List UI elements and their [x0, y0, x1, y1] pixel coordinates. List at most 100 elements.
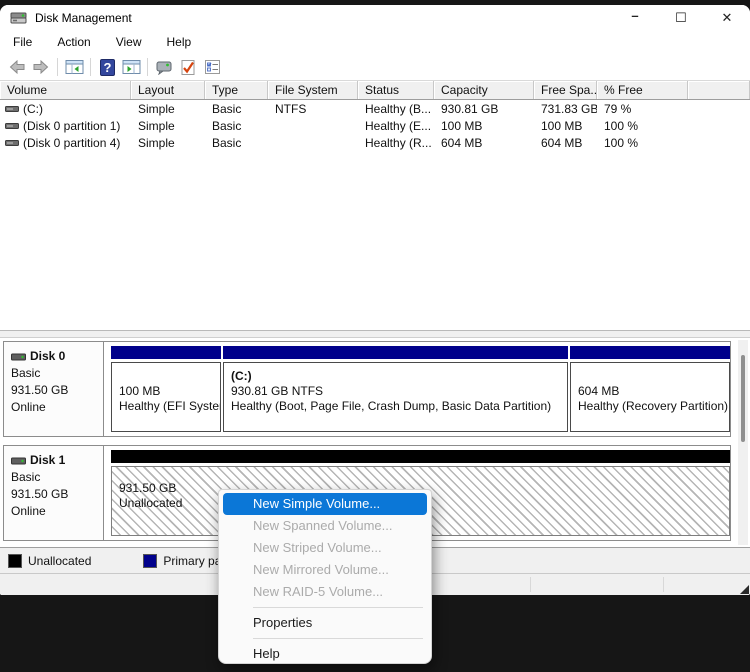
cell-capacity: 100 MB — [434, 119, 534, 133]
disk1-label[interactable]: Disk 1 Basic 931.50 GB Online — [4, 446, 104, 540]
toolbar-separator — [57, 58, 58, 76]
partition-name — [119, 369, 220, 384]
show-action-pane-icon[interactable] — [119, 57, 143, 77]
menu-item-new-mirrored-volume: New Mirrored Volume... — [219, 559, 431, 581]
partition-status: Healthy (Boot, Page File, Crash Dump, Ba… — [231, 399, 567, 414]
partition-size: 930.81 GB NTFS — [231, 384, 567, 399]
scrollbar-thumb[interactable] — [741, 355, 745, 442]
partition-size: 604 MB — [578, 384, 729, 399]
volume-icon — [5, 137, 19, 149]
column-header-type[interactable]: Type — [205, 81, 268, 99]
disk-state: Online — [11, 503, 103, 520]
disk0-label[interactable]: Disk 0 Basic 931.50 GB Online — [4, 342, 104, 436]
partition-efi[interactable]: 100 MB Healthy (EFI System — [111, 346, 221, 432]
legend-label: Unallocated — [28, 554, 91, 568]
cell-type: Basic — [205, 102, 268, 116]
primary-partition-swatch — [143, 554, 157, 568]
primary-partition-strip — [570, 346, 730, 359]
menu-help[interactable]: Help — [162, 33, 197, 51]
toolbar: ? — [0, 54, 750, 81]
table-row[interactable]: (C:) Simple Basic NTFS Healthy (B... 930… — [0, 100, 750, 117]
menu-item-new-spanned-volume: New Spanned Volume... — [219, 515, 431, 537]
unallocated-strip — [111, 450, 730, 463]
back-icon[interactable] — [5, 57, 29, 77]
volume-table-header: Volume Layout Type File System Status Ca… — [0, 81, 750, 100]
partition-status: Healthy (EFI System — [119, 399, 220, 414]
table-row[interactable]: (Disk 0 partition 4) Simple Basic Health… — [0, 134, 750, 151]
volume-icon — [5, 103, 19, 115]
help-icon[interactable]: ? — [95, 57, 119, 77]
cell-free-space: 604 MB — [534, 136, 597, 150]
cell-file-system: NTFS — [268, 102, 358, 116]
close-button[interactable]: ✕ — [704, 5, 750, 30]
column-header-capacity[interactable]: Capacity — [434, 81, 534, 99]
menu-item-help[interactable]: Help — [219, 643, 431, 665]
disk-icon — [11, 456, 26, 466]
disk-name: Disk 0 — [30, 348, 65, 365]
toolbar-separator — [90, 58, 91, 76]
partition-size: 100 MB — [119, 384, 220, 399]
disk-kind: Basic — [11, 365, 103, 382]
cell-status: Healthy (E... — [358, 119, 434, 133]
cell-pct-free: 100 % — [597, 136, 688, 150]
show-console-tree-icon[interactable] — [62, 57, 86, 77]
cell-pct-free: 79 % — [597, 102, 688, 116]
context-menu: New Simple Volume... New Spanned Volume.… — [218, 489, 432, 664]
menu-item-new-simple-volume[interactable]: New Simple Volume... — [223, 493, 427, 515]
volume-icon — [5, 120, 19, 132]
minimize-button[interactable]: – — [612, 5, 658, 30]
unallocated-swatch — [8, 554, 22, 568]
cell-layout: Simple — [131, 102, 205, 116]
cell-type: Basic — [205, 136, 268, 150]
table-row[interactable]: (Disk 0 partition 1) Simple Basic Health… — [0, 117, 750, 134]
cell-layout: Simple — [131, 119, 205, 133]
column-header-volume[interactable]: Volume — [0, 81, 131, 99]
cell-status: Healthy (R... — [358, 136, 434, 150]
maximize-button[interactable]: ☐ — [658, 5, 704, 30]
svg-text:?: ? — [103, 60, 111, 75]
cell-free-space: 100 MB — [534, 119, 597, 133]
menu-item-new-raid5-volume: New RAID-5 Volume... — [219, 581, 431, 603]
column-header-empty[interactable] — [688, 81, 750, 99]
legend-item-unallocated: Unallocated — [8, 554, 91, 568]
menu-action[interactable]: Action — [52, 33, 95, 51]
cell-type: Basic — [205, 119, 268, 133]
menu-item-properties[interactable]: Properties — [219, 612, 431, 634]
menu-view[interactable]: View — [111, 33, 147, 51]
volume-name: (Disk 0 partition 4) — [23, 136, 120, 150]
cell-pct-free: 100 % — [597, 119, 688, 133]
forward-icon[interactable] — [29, 57, 53, 77]
disk-drive-icon — [10, 10, 27, 25]
pane-splitter[interactable] — [0, 330, 750, 338]
column-header-pct-free[interactable]: % Free — [597, 81, 688, 99]
column-header-layout[interactable]: Layout — [131, 81, 205, 99]
menu-separator — [253, 638, 423, 639]
disk-size: 931.50 GB — [11, 486, 103, 503]
status-bar-separator — [530, 577, 531, 592]
disk-kind: Basic — [11, 469, 103, 486]
menu-separator — [253, 607, 423, 608]
volume-list-pane: Volume Layout Type File System Status Ca… — [0, 81, 750, 330]
volume-name: (C:) — [23, 102, 43, 116]
partition-c-drive[interactable]: (C:) 930.81 GB NTFS Healthy (Boot, Page … — [223, 346, 568, 432]
column-header-status[interactable]: Status — [358, 81, 434, 99]
partition-recovery[interactable]: 604 MB Healthy (Recovery Partition) — [570, 346, 730, 432]
volume-name: (Disk 0 partition 1) — [23, 119, 120, 133]
disk-icon — [11, 352, 26, 362]
partition-name — [578, 369, 729, 384]
validate-check-icon[interactable] — [176, 57, 200, 77]
cell-free-space: 731.83 GB — [534, 102, 597, 116]
vertical-scrollbar[interactable] — [738, 340, 748, 545]
partition-status: Healthy (Recovery Partition) — [578, 399, 729, 414]
window-title: Disk Management — [35, 11, 132, 25]
popup-window-icon[interactable] — [152, 57, 176, 77]
cell-capacity: 604 MB — [434, 136, 534, 150]
menu-file[interactable]: File — [8, 33, 37, 51]
menu-item-new-striped-volume: New Striped Volume... — [219, 537, 431, 559]
menu-bar: File Action View Help — [0, 30, 750, 54]
resize-grip-icon[interactable] — [740, 585, 749, 594]
task-list-icon[interactable] — [200, 57, 224, 77]
column-header-file-system[interactable]: File System — [268, 81, 358, 99]
column-header-free-space[interactable]: Free Spa... — [534, 81, 597, 99]
cell-status: Healthy (B... — [358, 102, 434, 116]
